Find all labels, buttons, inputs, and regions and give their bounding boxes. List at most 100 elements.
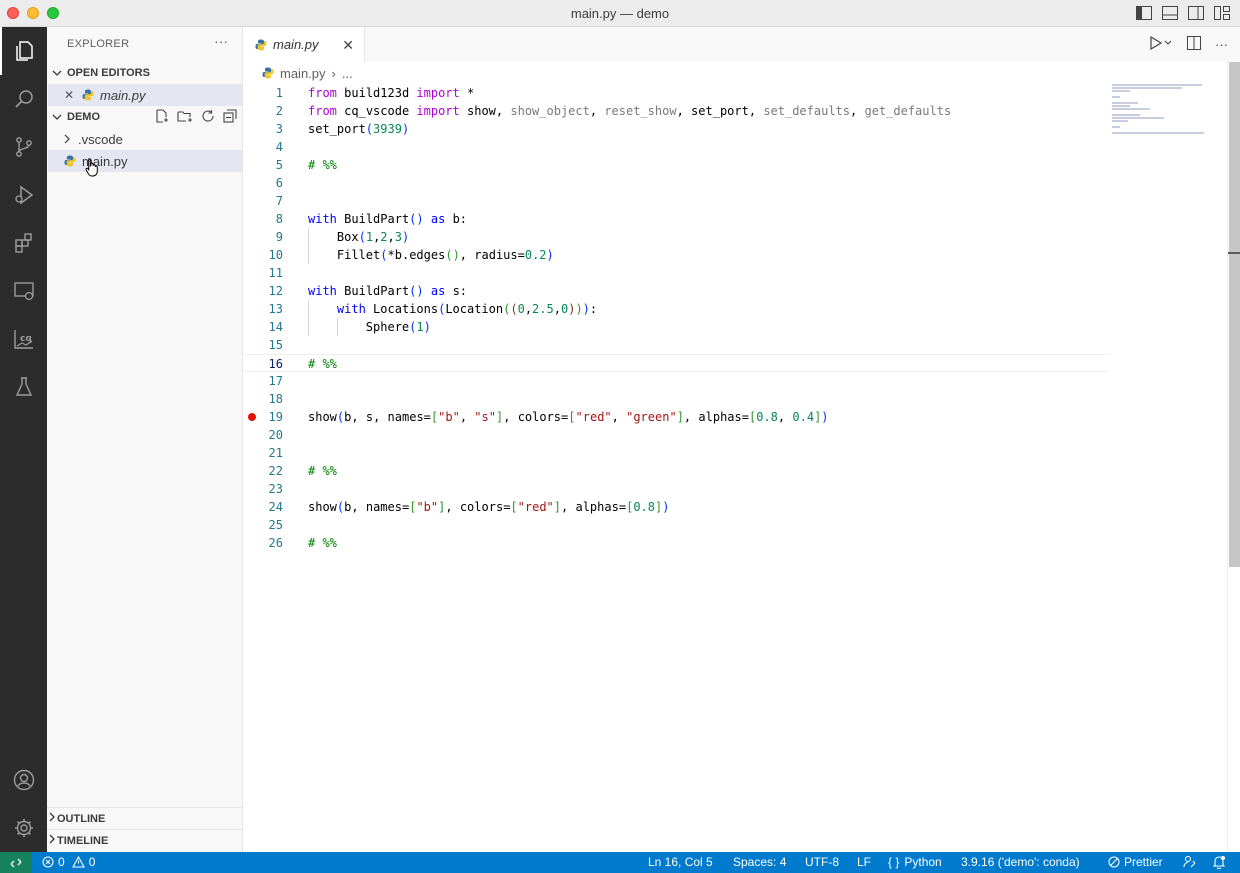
- code-line[interactable]: 23: [243, 480, 1109, 498]
- toggle-panel-icon[interactable]: [1162, 5, 1178, 21]
- extensions-icon[interactable]: [0, 219, 47, 267]
- manage-gear-icon[interactable]: [0, 804, 47, 852]
- line-number: 2: [275, 104, 283, 118]
- search-icon[interactable]: [0, 75, 47, 123]
- breadcrumb-file[interactable]: main.py: [280, 66, 326, 81]
- cursor-position[interactable]: Ln 16, Col 5: [648, 855, 713, 869]
- activity-bar: cq: [0, 27, 47, 852]
- code-editor[interactable]: 1 from build123d import * 2 from cq_vscode …: [243, 84, 1109, 552]
- split-editor-icon[interactable]: [1187, 36, 1201, 53]
- line-number: 26: [268, 536, 283, 550]
- feedback-icon[interactable]: [1183, 855, 1197, 872]
- code-line[interactable]: 22 # %%: [243, 462, 1109, 480]
- refresh-icon[interactable]: [201, 109, 215, 126]
- tree-item-vscode-folder[interactable]: .vscode: [48, 128, 242, 150]
- line-number: 21: [268, 446, 283, 460]
- open-editor-item-main-py[interactable]: ✕ main.py: [48, 84, 242, 106]
- encoding-setting[interactable]: UTF-8: [805, 855, 839, 869]
- remote-explorer-icon[interactable]: [0, 267, 47, 315]
- indentation-setting[interactable]: Spaces: 4: [733, 855, 786, 869]
- toggle-secondary-sidebar-icon[interactable]: [1188, 5, 1204, 21]
- run-python-file-icon[interactable]: [1149, 35, 1173, 53]
- problems-indicator[interactable]: 0 0: [42, 855, 95, 869]
- editor-tab-bar: main.py ✕ ···: [243, 27, 1240, 62]
- code-line[interactable]: 15: [243, 336, 1109, 354]
- line-number: 10: [268, 248, 283, 262]
- prettier-formatter[interactable]: Prettier: [1108, 855, 1163, 869]
- scrollbar-thumb[interactable]: [1229, 62, 1240, 567]
- notifications-bell-icon[interactable]: [1212, 855, 1226, 872]
- code-line[interactable]: 24 show(b, names=["b"], colors=["red"], a…: [243, 498, 1109, 516]
- code-line[interactable]: 8 with BuildPart() as b:: [243, 210, 1109, 228]
- source-control-icon[interactable]: [0, 123, 47, 171]
- code-line[interactable]: 17: [243, 372, 1109, 390]
- warning-icon: [71, 856, 85, 868]
- tab-close-icon[interactable]: ✕: [342, 37, 354, 54]
- code-line[interactable]: 26 # %%: [243, 534, 1109, 552]
- explorer-icon[interactable]: [0, 27, 47, 75]
- language-mode[interactable]: { } Python: [888, 855, 942, 869]
- cadquery-viewer-icon[interactable]: cq: [0, 315, 47, 363]
- new-file-icon[interactable]: [155, 108, 169, 126]
- breadcrumb-symbol[interactable]: ...: [342, 66, 353, 81]
- code-line[interactable]: 20: [243, 426, 1109, 444]
- code-line[interactable]: 11: [243, 264, 1109, 282]
- line-number: 22: [268, 464, 283, 478]
- code-line[interactable]: 19 show(b, s, names=["b", "s"], colors=["…: [243, 408, 1109, 426]
- code-line[interactable]: 10 Fillet(*b.edges(), radius=0.2): [243, 246, 1109, 264]
- remote-indicator-icon[interactable]: [0, 852, 32, 873]
- python-interpreter[interactable]: 3.9.16 ('demo': conda): [961, 855, 1080, 869]
- explorer-sidebar: EXPLORER ··· OPEN EDITORS ✕ main.py DEMO: [47, 27, 243, 852]
- minimap[interactable]: [1112, 84, 1212, 144]
- code-line[interactable]: 12 with BuildPart() as s:: [243, 282, 1109, 300]
- title-bar: main.py — demo: [0, 0, 1240, 27]
- line-number: 13: [268, 302, 283, 316]
- code-line[interactable]: 14 Sphere(1): [243, 318, 1109, 336]
- toggle-primary-sidebar-icon[interactable]: [1136, 5, 1152, 21]
- customize-layout-icon[interactable]: [1214, 5, 1230, 21]
- outline-section-header[interactable]: OUTLINE: [47, 807, 243, 829]
- code-line[interactable]: 1 from build123d import *: [243, 84, 1109, 102]
- close-editor-icon[interactable]: ✕: [48, 88, 74, 102]
- code-text: # %%: [308, 536, 337, 550]
- python-file-icon: [255, 39, 267, 51]
- code-line[interactable]: 7: [243, 192, 1109, 210]
- code-text: with BuildPart() as b:: [308, 212, 468, 226]
- testing-icon[interactable]: [0, 363, 47, 411]
- eol-setting[interactable]: LF: [857, 855, 871, 869]
- run-and-debug-icon[interactable]: [0, 171, 47, 219]
- code-text: show(b, names=["b"], colors=["red"], alp…: [308, 500, 670, 514]
- more-actions-icon[interactable]: ···: [1215, 37, 1228, 52]
- code-line[interactable]: 5 # %%: [243, 156, 1109, 174]
- explorer-more-actions-button[interactable]: ···: [214, 33, 228, 49]
- demo-folder-section-header[interactable]: DEMO: [47, 106, 243, 128]
- warning-count: 0: [88, 855, 96, 869]
- code-line[interactable]: 25: [243, 516, 1109, 534]
- chevron-right-icon: [48, 134, 78, 144]
- line-number: 6: [275, 176, 283, 190]
- line-number: 14: [268, 320, 283, 334]
- code-line[interactable]: 4: [243, 138, 1109, 156]
- open-editors-section-header[interactable]: OPEN EDITORS: [47, 62, 243, 84]
- code-line[interactable]: 16 # %%: [243, 354, 1109, 372]
- code-line[interactable]: 18: [243, 390, 1109, 408]
- collapse-all-icon[interactable]: [223, 108, 237, 126]
- code-line[interactable]: 3 set_port(3939): [243, 120, 1109, 138]
- tab-main-py[interactable]: main.py ✕: [243, 27, 365, 62]
- editor-scrollbar[interactable]: [1227, 62, 1240, 852]
- new-folder-icon[interactable]: [177, 109, 193, 126]
- code-line[interactable]: 13 with Locations(Location((0,2.5,0))):: [243, 300, 1109, 318]
- line-number: 11: [268, 266, 283, 280]
- folder-name-label: DEMO: [67, 111, 100, 123]
- prettier-label: Prettier: [1124, 855, 1163, 869]
- tree-item-main-py[interactable]: main.py: [48, 150, 242, 172]
- python-file-icon: [262, 67, 274, 79]
- window-title: main.py — demo: [570, 6, 670, 21]
- code-line[interactable]: 21: [243, 444, 1109, 462]
- code-line[interactable]: 6: [243, 174, 1109, 192]
- code-line[interactable]: 2 from cq_vscode import show, show_object…: [243, 102, 1109, 120]
- accounts-icon[interactable]: [0, 756, 47, 804]
- line-number: 5: [275, 158, 283, 172]
- code-line[interactable]: 9 Box(1,2,3): [243, 228, 1109, 246]
- timeline-section-header[interactable]: TIMELINE: [47, 829, 243, 851]
